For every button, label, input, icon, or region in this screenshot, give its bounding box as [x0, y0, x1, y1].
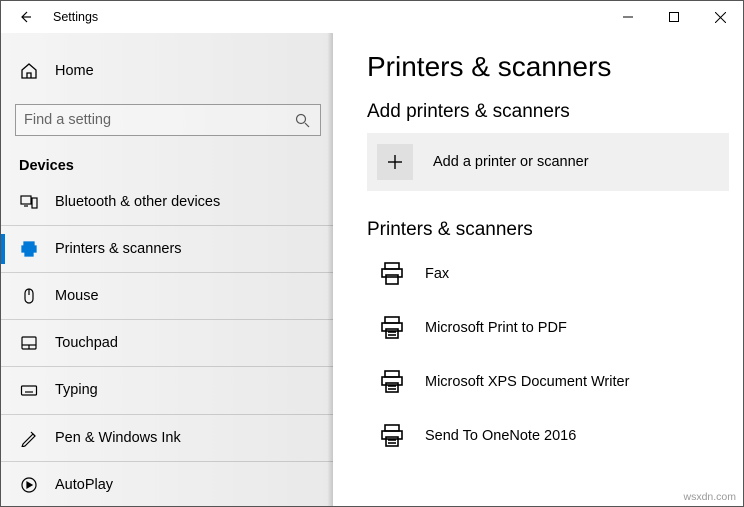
back-button[interactable]	[9, 1, 41, 33]
printer-item-label: Fax	[425, 266, 449, 282]
mouse-icon	[19, 287, 39, 305]
maximize-icon	[669, 12, 679, 22]
sidebar-item-printers[interactable]: Printers & scanners	[1, 228, 333, 270]
page-title: Printers & scanners	[367, 51, 733, 83]
printer-item-label: Microsoft Print to PDF	[425, 320, 567, 336]
sidebar-item-autoplay[interactable]: AutoPlay	[1, 464, 333, 506]
home-label: Home	[55, 63, 94, 79]
touchpad-icon	[19, 334, 39, 352]
search-icon	[292, 113, 312, 128]
titlebar: Settings	[1, 1, 743, 33]
minimize-icon	[623, 12, 633, 22]
nav-list: Bluetooth & other devices Printers & sca…	[1, 180, 333, 506]
divider	[1, 366, 333, 367]
plus-icon-box	[377, 144, 413, 180]
content-panel: Printers & scanners Add printers & scann…	[333, 33, 743, 506]
close-icon	[715, 12, 726, 23]
printer-item[interactable]: Microsoft XPS Document Writer	[367, 355, 733, 409]
divider	[1, 414, 333, 415]
search-input-wrap[interactable]	[15, 104, 321, 137]
sidebar-item-label: AutoPlay	[55, 477, 113, 493]
printer-doc-icon	[377, 422, 407, 450]
window-body: Home Devices Bluetooth & other devices	[1, 33, 743, 506]
sidebar-item-pen[interactable]: Pen & Windows Ink	[1, 417, 333, 459]
printer-item[interactable]: Fax	[367, 247, 733, 301]
sidebar-item-label: Touchpad	[55, 335, 118, 351]
sidebar-item-label: Typing	[55, 382, 98, 398]
printer-item-label: Microsoft XPS Document Writer	[425, 374, 629, 390]
sidebar-item-label: Pen & Windows Ink	[55, 430, 181, 446]
search-input[interactable]	[24, 112, 292, 128]
sidebar-item-label: Bluetooth & other devices	[55, 194, 220, 210]
add-section-title: Add printers & scanners	[367, 101, 733, 123]
plus-icon	[386, 153, 404, 171]
close-button[interactable]	[697, 1, 743, 33]
sidebar: Home Devices Bluetooth & other devices	[1, 33, 333, 506]
autoplay-icon	[19, 476, 39, 494]
sidebar-item-label: Printers & scanners	[55, 241, 182, 257]
pen-icon	[19, 429, 39, 447]
watermark: wsxdn.com	[683, 491, 736, 503]
printer-doc-icon	[377, 368, 407, 396]
sidebar-item-mouse[interactable]: Mouse	[1, 275, 333, 317]
sidebar-item-typing[interactable]: Typing	[1, 369, 333, 411]
window-title: Settings	[53, 10, 98, 24]
printer-item[interactable]: Microsoft Print to PDF	[367, 301, 733, 355]
back-arrow-icon	[17, 9, 33, 25]
printer-item[interactable]: Send To OneNote 2016	[367, 409, 733, 463]
divider	[1, 461, 333, 462]
keyboard-icon	[19, 381, 39, 399]
divider	[1, 225, 333, 226]
minimize-button[interactable]	[605, 1, 651, 33]
printer-doc-icon	[377, 314, 407, 342]
printer-item-label: Send To OneNote 2016	[425, 428, 576, 444]
devices-icon	[19, 193, 39, 211]
printer-icon	[377, 260, 407, 288]
divider	[1, 319, 333, 320]
sidebar-item-touchpad[interactable]: Touchpad	[1, 322, 333, 364]
settings-window: Settings Home De	[0, 0, 744, 507]
printers-section-title: Printers & scanners	[367, 219, 733, 241]
add-printer-button[interactable]: Add a printer or scanner	[367, 133, 729, 191]
sidebar-item-bluetooth[interactable]: Bluetooth & other devices	[1, 180, 333, 222]
printer-icon	[19, 240, 39, 258]
home-button[interactable]: Home	[1, 53, 333, 90]
sidebar-item-label: Mouse	[55, 288, 99, 304]
divider	[1, 272, 333, 273]
add-printer-label: Add a printer or scanner	[433, 154, 589, 170]
category-title: Devices	[19, 158, 333, 174]
maximize-button[interactable]	[651, 1, 697, 33]
home-icon	[19, 62, 39, 80]
